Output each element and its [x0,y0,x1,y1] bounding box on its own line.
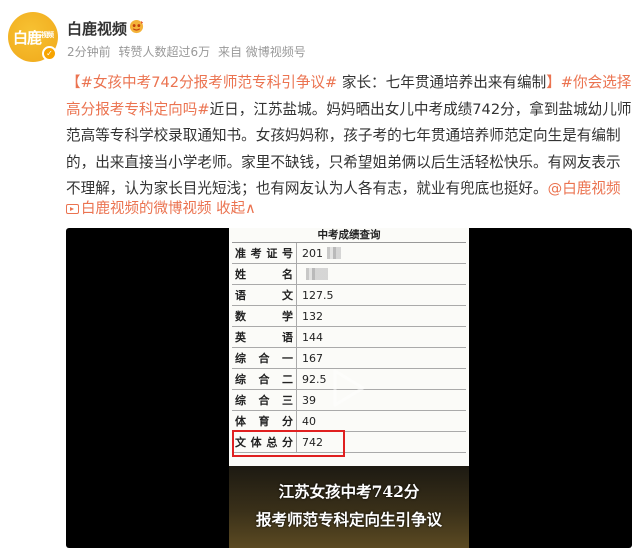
blurred-text [327,247,341,259]
row-value: 40 [302,414,316,428]
row-label: 姓名 [232,264,297,284]
collapse-button[interactable]: 收起∧ [216,201,256,217]
chevron-up-icon: ∧ [245,201,256,217]
vip-badge-icon [129,19,144,34]
row-value: 201 [297,243,466,263]
account-name[interactable]: 白鹿视频 [67,18,127,39]
post-time[interactable]: 2分钟前 [67,45,111,59]
row-label: 数学 [232,306,297,326]
video-player[interactable]: 中考成绩查询 准考证号 201 姓名语文 127.5 数学 132 英语 144 综合一 167 综… [66,228,632,548]
avatar-text: 白鹿视频 [12,28,54,47]
row-value: 39 [302,393,316,407]
mention-link[interactable]: @白鹿视频 [548,180,621,197]
table-row: 准考证号 201 [232,243,466,264]
post-source[interactable]: 来自 微博视频号 [218,45,306,59]
row-value [297,264,466,284]
row-value: 144 [302,330,323,344]
row-label: 英语 [232,327,297,347]
row-label: 语文 [232,285,297,305]
row-value: 92.5 [302,372,327,386]
post-text: 【#女孩中考742分报考师范专科引争议# 家长：七年贯通培养出来有编制】#你会选… [66,70,632,203]
table-title: 中考成绩查询 [232,228,466,243]
row-label: 综合二 [232,369,297,389]
play-icon[interactable] [332,368,366,408]
row-label: 综合三 [232,390,297,410]
video-source-link[interactable]: 白鹿视频的微博视频 收起∧ [66,197,256,218]
headline-text: 家长：七年贯通培养出来有编制 [337,74,547,91]
table-row: 语文 127.5 [232,285,466,306]
video-link-label[interactable]: 白鹿视频的微博视频 [81,201,212,217]
video-caption-banner: 江苏女孩中考742分 报考师范专科定向生引争议 [229,466,469,548]
verified-v-icon: ✓ [42,46,57,61]
caption-line-1: 江苏女孩中考742分 [278,482,420,501]
caption-line-2: 报考师范专科定向生引争议 [255,510,442,529]
table-row: 姓名 [232,264,466,285]
row-value: 127.5 [302,288,334,302]
blurred-text [306,268,328,280]
repost-count: 转赞人数超过6万 [118,45,211,59]
total-score-highlight [232,430,345,457]
table-row: 综合一 167 [232,348,466,369]
row-value: 132 [302,309,323,323]
table-row: 英语 144 [232,327,466,348]
bracket-open: 【 [66,74,81,91]
post-meta: 2分钟前 转赞人数超过6万 来自 微博视频号 [67,43,310,60]
hashtag-main[interactable]: #女孩中考742分报考师范专科引争议# [81,74,338,91]
video-icon [66,204,79,214]
row-label: 体育分 [232,411,297,431]
row-label: 准考证号 [232,243,297,263]
bracket-close: 】 [546,74,561,91]
table-row: 体育分 40 [232,411,466,432]
table-row: 数学 132 [232,306,466,327]
score-table: 中考成绩查询 准考证号 201 姓名语文 127.5 数学 132 英语 144 综合一 167 综… [232,228,466,453]
row-label: 综合一 [232,348,297,368]
row-value: 167 [302,351,323,365]
